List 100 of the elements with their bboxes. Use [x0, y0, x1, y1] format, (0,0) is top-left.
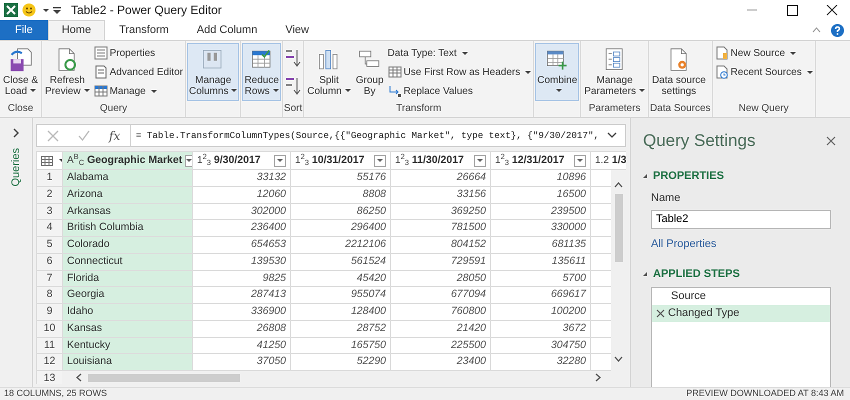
ribbon-tab[interactable]: Transform — [105, 20, 183, 40]
chevron-down-icon[interactable] — [607, 132, 617, 139]
table-cell: 330000 — [490, 220, 590, 236]
spreadsheet-logo-icon[interactable] — [4, 3, 18, 17]
table-cell: 28752 — [290, 320, 390, 337]
ribbon-button[interactable]: Advanced Editor — [92, 63, 184, 81]
table-menu-button[interactable] — [36, 152, 62, 170]
help-icon[interactable] — [831, 24, 844, 36]
ribbon-button[interactable]: Split Column — [305, 43, 353, 101]
filter-button[interactable] — [185, 154, 192, 166]
table-cell: 729591 — [390, 253, 490, 270]
ribbon-button[interactable]: Reduce Rows — [242, 43, 281, 101]
table-cell: 760800 — [390, 304, 490, 320]
ribbon-button[interactable]: Replace Values — [386, 82, 532, 100]
filter-button[interactable] — [474, 154, 486, 166]
row-number[interactable]: 3 — [36, 203, 62, 220]
ribbon-tab[interactable]: View — [271, 20, 323, 40]
ribbon-button[interactable]: Use First Row as Headers — [386, 63, 532, 81]
table-cell: 165750 — [290, 337, 390, 354]
table-cell: 128400 — [290, 304, 390, 320]
file-tab[interactable]: File — [0, 20, 48, 40]
caret-icon — [477, 159, 483, 162]
expand-toggle-icon[interactable] — [643, 174, 647, 178]
table-cell: 26664 — [390, 170, 490, 186]
caret-icon — [277, 159, 283, 162]
ribbon-button[interactable]: Manage — [92, 82, 184, 100]
expand-icon[interactable] — [12, 128, 20, 138]
filter-button[interactable] — [274, 154, 286, 166]
step-item[interactable]: Source — [652, 288, 830, 304]
ribbon-button[interactable]: Manage Parameters — [582, 43, 647, 101]
table-cell: 225500 — [390, 337, 490, 354]
formula-text[interactable]: = Table.TransformColumnTypes(Source,{{"Geographic Market", type text}, {"9/30/2017", — [130, 128, 599, 142]
row-number[interactable]: 2 — [36, 186, 62, 203]
ribbon-button[interactable]: Data source settings — [650, 43, 708, 101]
sort-ascending-icon[interactable] — [284, 48, 301, 68]
close-icon[interactable] — [826, 136, 836, 146]
chevron-up-icon[interactable] — [614, 182, 623, 188]
table-cell: 21420 — [390, 320, 490, 337]
formula-bar[interactable]: fx = Table.TransformColumnTypes(Source,{{"Geographic Market", type text}, {"9/30/2017", — [36, 124, 626, 147]
column-header[interactable]: 1$^{2}$$_{3}$ 9/30/2017 — [192, 152, 290, 170]
column-title: 12/31/2017 — [512, 152, 566, 168]
vertical-scrollbar[interactable] — [611, 170, 626, 384]
group-label: Data Sources — [650, 102, 711, 116]
row-number[interactable]: 4 — [36, 220, 62, 236]
row-number[interactable]: 11 — [36, 337, 62, 354]
all-properties-link[interactable]: All Properties — [651, 236, 716, 252]
ribbon-tab[interactable]: Home — [48, 20, 106, 40]
ribbon-button[interactable]: Group By — [354, 43, 386, 101]
row-number[interactable]: 5 — [36, 236, 62, 254]
group-label: New Query — [738, 102, 790, 116]
window-title: Table2 - Power Query Editor — [71, 2, 222, 19]
ribbon-button[interactable]: Refresh Preview — [43, 43, 92, 101]
group-label: Sort — [284, 102, 302, 116]
pane-label[interactable]: Queries — [8, 148, 24, 187]
chevron-left-icon[interactable] — [76, 373, 82, 382]
table-cell: 804152 — [390, 236, 490, 254]
smiley-icon[interactable] — [22, 3, 36, 17]
section-heading: PROPERTIES — [653, 168, 724, 184]
chevron-down-icon[interactable] — [614, 356, 623, 362]
delete-icon[interactable] — [656, 308, 665, 318]
check-icon[interactable] — [78, 130, 90, 142]
table-cell: Connecticut — [62, 253, 192, 270]
expand-toggle-icon[interactable] — [643, 272, 647, 276]
customize-toolbar-icon[interactable] — [53, 6, 61, 14]
row-number[interactable]: 8 — [36, 286, 62, 304]
ribbon-tab[interactable]: Add Column — [182, 20, 272, 40]
ribbon-button[interactable]: Properties — [92, 44, 184, 62]
step-item[interactable]: Changed Type — [652, 304, 830, 322]
filter-button[interactable] — [374, 154, 386, 166]
sort-descending-icon[interactable] — [284, 76, 301, 96]
row-number[interactable]: 7 — [36, 270, 62, 287]
ribbon-button[interactable]: Recent Sources — [714, 63, 814, 81]
name-field[interactable]: Table2 — [651, 210, 831, 228]
column-header[interactable]: 1$^{2}$$_{3}$ 12/31/2017 — [490, 152, 590, 170]
scrollbar-thumb[interactable] — [614, 194, 622, 262]
function-label[interactable]: fx — [109, 126, 120, 144]
row-number[interactable]: 9 — [36, 304, 62, 320]
table-cell: 86250 — [290, 203, 390, 220]
row-number[interactable]: 10 — [36, 320, 62, 337]
ribbon-button[interactable]: New Source — [714, 44, 814, 62]
table-cell: 302000 — [192, 203, 290, 220]
ribbon-button[interactable]: Close & Load — [1, 43, 40, 101]
table-cell: 33132 — [192, 170, 290, 186]
ribbon-button[interactable]: Data Type: Text — [386, 44, 532, 62]
column-header[interactable]: A$^{B}$$_{C}$ Geographic Market — [62, 152, 192, 170]
filter-button[interactable] — [574, 154, 586, 166]
collapse-ribbon-icon[interactable] — [812, 27, 821, 33]
table-cell: 654653 — [192, 236, 290, 254]
scrollbar-thumb[interactable] — [88, 374, 240, 382]
column-header[interactable]: 1$^{2}$$_{3}$ 10/31/2017 — [290, 152, 390, 170]
row-number[interactable]: 6 — [36, 253, 62, 270]
table-cell: 561524 — [290, 253, 390, 270]
row-number[interactable]: 1 — [36, 170, 62, 186]
ribbon-button[interactable]: Combine — [535, 43, 580, 101]
type-label[interactable]: 1.2 — [595, 153, 609, 168]
row-number[interactable]: 12 — [36, 354, 62, 370]
row-number[interactable]: 13 — [36, 370, 62, 384]
chevron-right-icon[interactable] — [595, 373, 601, 382]
ribbon-button[interactable]: Manage Columns — [186, 43, 240, 101]
column-header[interactable]: 1$^{2}$$_{3}$ 11/30/2017 — [390, 152, 490, 170]
